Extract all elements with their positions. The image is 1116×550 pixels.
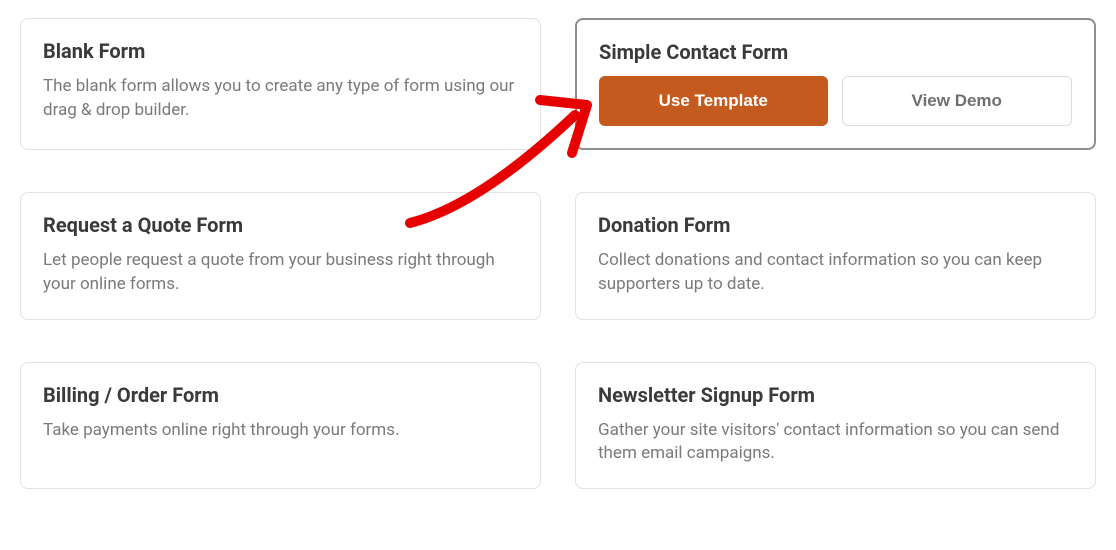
card-description: The blank form allows you to create any …: [43, 75, 518, 123]
card-title: Billing / Order Form: [43, 383, 518, 407]
template-card-newsletter-signup-form[interactable]: Newsletter Signup Form Gather your site …: [575, 362, 1096, 490]
card-description: Let people request a quote from your bus…: [43, 249, 518, 297]
template-card-request-quote-form[interactable]: Request a Quote Form Let people request …: [20, 192, 541, 320]
use-template-button[interactable]: Use Template: [599, 76, 828, 126]
card-title: Newsletter Signup Form: [598, 383, 1073, 407]
card-actions: Use Template View Demo: [599, 76, 1072, 126]
card-title: Request a Quote Form: [43, 213, 518, 237]
card-title: Simple Contact Form: [599, 40, 1072, 64]
card-description: Take payments online right through your …: [43, 419, 518, 443]
template-grid: Blank Form The blank form allows you to …: [20, 18, 1096, 489]
template-card-donation-form[interactable]: Donation Form Collect donations and cont…: [575, 192, 1096, 320]
template-card-simple-contact-form[interactable]: Simple Contact Form Use Template View De…: [575, 18, 1096, 150]
template-card-billing-order-form[interactable]: Billing / Order Form Take payments onlin…: [20, 362, 541, 490]
template-card-blank-form[interactable]: Blank Form The blank form allows you to …: [20, 18, 541, 150]
view-demo-button[interactable]: View Demo: [842, 76, 1073, 126]
card-description: Collect donations and contact informatio…: [598, 249, 1073, 297]
card-title: Blank Form: [43, 39, 518, 63]
card-title: Donation Form: [598, 213, 1073, 237]
card-description: Gather your site visitors' contact infor…: [598, 419, 1073, 467]
